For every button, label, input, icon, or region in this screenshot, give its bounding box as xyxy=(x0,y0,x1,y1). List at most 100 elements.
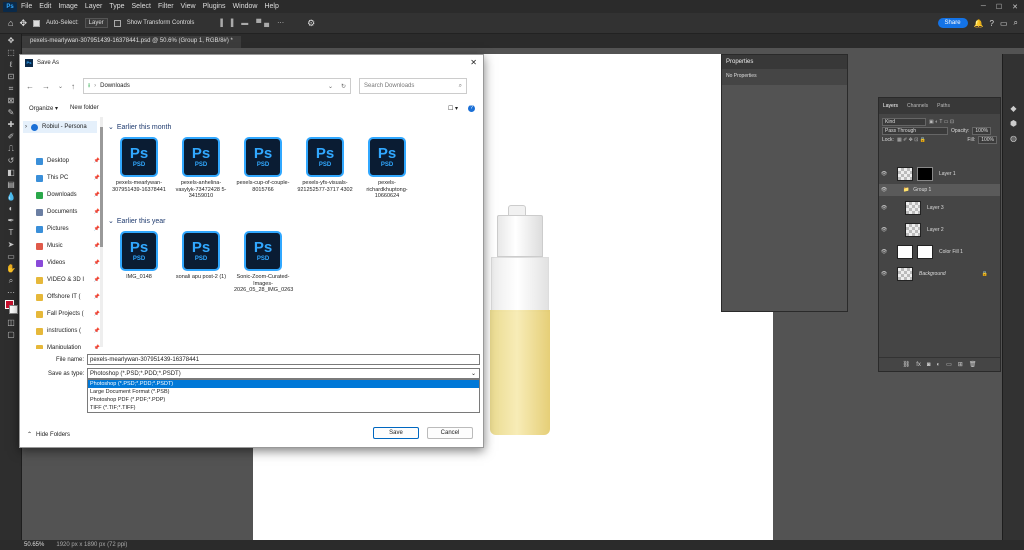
menu-type[interactable]: Type xyxy=(109,3,124,10)
filter-icons[interactable]: ▣ ◐ T ▭ ⊡ xyxy=(929,119,954,125)
transform-controls-checkbox[interactable] xyxy=(113,19,121,27)
menu-plugins[interactable]: Plugins xyxy=(203,3,226,10)
crop-icon[interactable]: ⌗ xyxy=(5,84,17,94)
layer-row[interactable]: 👁 Layer 2 xyxy=(879,220,1000,240)
nav-item[interactable]: This PC 📌 xyxy=(36,172,100,184)
layer-row[interactable]: 👁 Color Fill 1 xyxy=(879,242,1000,262)
link-icon[interactable]: ⛓ xyxy=(903,361,911,368)
layer-row[interactable]: 👁 📁 Group 1 xyxy=(879,184,1000,196)
fill-field[interactable]: 100% xyxy=(978,135,997,144)
type-option[interactable]: Photoshop (*.PSD;*.PDD;*.PSDT) xyxy=(88,380,479,388)
workspace-icon[interactable]: ▭ xyxy=(1000,19,1008,28)
menu-window[interactable]: Window xyxy=(233,3,258,10)
nav-item[interactable]: Pictures 📌 xyxy=(36,223,100,235)
new-layer-icon[interactable]: ⊞ xyxy=(958,361,963,368)
file-item[interactable]: Ps PSD sonali apu post-2 (1) xyxy=(172,231,230,281)
layer-mask-thumbnail[interactable] xyxy=(917,245,933,259)
lock-icons[interactable]: ▦ ✐ ✥ ⊡ 🔒 xyxy=(897,137,926,143)
refresh-icon[interactable]: ↻ xyxy=(341,83,346,90)
organize-menu[interactable]: Organize ▾ xyxy=(29,105,58,112)
nav-item[interactable]: Music 📌 xyxy=(36,240,100,252)
color-swatches[interactable] xyxy=(5,300,18,316)
marquee-icon[interactable]: ⬚ xyxy=(5,48,17,58)
file-item[interactable]: Ps PSD pexels-mearlywan-307951439-16378441 xyxy=(110,137,168,193)
rectangle-icon[interactable]: ▭ xyxy=(5,252,17,262)
gradient-icon[interactable]: ▤ xyxy=(5,180,17,190)
quick-mask-icon[interactable]: ◫ xyxy=(5,318,17,328)
layer-row[interactable]: 👁 Background 🔒 xyxy=(879,264,1000,284)
more-tools-icon[interactable]: ⋯ xyxy=(5,288,17,298)
menu-edit[interactable]: Edit xyxy=(39,3,51,10)
nav-scrollbar[interactable] xyxy=(100,117,103,347)
opacity-field[interactable]: 100% xyxy=(972,126,992,135)
visibility-eye-icon[interactable]: 👁 xyxy=(879,271,889,277)
brush-icon[interactable]: ✐ xyxy=(5,132,17,142)
save-as-type-select[interactable]: Photoshop (*.PSD;*.PDD;*.PSDT) ⌄ xyxy=(87,368,480,379)
stamp-icon[interactable]: ⎍ xyxy=(5,144,17,154)
path-select-icon[interactable]: ➤ xyxy=(5,240,17,250)
quick-select-icon[interactable]: ⊡ xyxy=(5,72,17,82)
visibility-eye-icon[interactable]: 👁 xyxy=(879,249,889,255)
group-header[interactable]: ⌄ Earlier this year xyxy=(108,217,166,226)
adjustment-icon[interactable]: ◐ xyxy=(936,362,940,368)
nav-item-onedrive[interactable]: › Robiul - Persona xyxy=(23,121,97,133)
layer-row[interactable]: 👁 Layer 1 xyxy=(879,164,1000,184)
pen-icon[interactable]: ✒ xyxy=(5,216,17,226)
file-item[interactable]: Ps PSD Sonic-Zoom-Curated-Images-2026_05_2… xyxy=(234,231,293,294)
blend-mode-select[interactable]: Pass Through xyxy=(882,126,948,135)
nav-item[interactable]: Desktop 📌 xyxy=(36,155,100,167)
visibility-eye-icon[interactable]: 👁 xyxy=(879,187,889,193)
file-item[interactable]: Ps PSD pexels-cup-of-couple-8015766 xyxy=(234,137,292,193)
zoom-icon[interactable]: ⌕ xyxy=(5,276,17,286)
auto-select-checkbox[interactable] xyxy=(32,19,40,27)
move-tool-icon[interactable]: ✥ xyxy=(19,18,27,29)
share-button[interactable]: Share xyxy=(937,18,968,28)
help-icon[interactable]: ? xyxy=(990,19,994,28)
lasso-icon[interactable]: ℓ xyxy=(5,60,17,70)
nav-item[interactable]: Documents 📌 xyxy=(36,206,100,218)
close-icon[interactable]: ✕ xyxy=(1012,3,1018,11)
zoom-level[interactable]: 50.65% xyxy=(24,542,44,548)
help-icon[interactable]: ? xyxy=(468,104,475,112)
forward-icon[interactable]: → xyxy=(42,82,50,91)
nav-item[interactable]: Fall Projects (📌 xyxy=(36,308,100,320)
type-option[interactable]: TIFF (*.TIF;*.TIFF) xyxy=(88,404,479,412)
layer-kind-filter[interactable]: Kind xyxy=(882,117,926,126)
learn-icon[interactable]: ◆ xyxy=(1003,104,1024,113)
visibility-eye-icon[interactable]: 👁 xyxy=(879,227,889,233)
move-icon[interactable]: ✥ xyxy=(5,36,17,46)
back-icon[interactable]: ← xyxy=(26,82,34,91)
search-input[interactable]: Search Downloads xyxy=(364,83,414,89)
layer-row[interactable]: 👁 Layer 3 xyxy=(879,198,1000,218)
file-item[interactable]: Ps PSD IMG_0148 xyxy=(110,231,168,281)
screen-mode-icon[interactable]: ▢ xyxy=(5,330,17,340)
file-item[interactable]: Ps PSD pexels-yfs-visuals-921252577-3717 4… xyxy=(296,137,354,193)
chevron-down-icon[interactable]: ⌄ xyxy=(328,83,333,90)
menu-select[interactable]: Select xyxy=(132,3,151,10)
eyedropper-icon[interactable]: ✎ xyxy=(5,108,17,118)
mask-icon[interactable]: ◙ xyxy=(927,362,931,368)
layer-select[interactable]: Layer xyxy=(84,18,108,28)
nav-item[interactable]: Offshore IT (📌 xyxy=(36,291,100,303)
tab-layers[interactable]: Layers xyxy=(883,103,898,109)
home-icon[interactable]: ⌂ xyxy=(8,18,13,28)
file-item[interactable]: Ps PSD pexels-richardkhuptong-10660624 xyxy=(358,137,416,200)
fx-icon[interactable]: fx xyxy=(916,362,921,368)
visibility-eye-icon[interactable]: 👁 xyxy=(879,205,889,211)
hide-folders-toggle[interactable]: ⌃ Hide Folders xyxy=(27,431,70,439)
view-icon[interactable]: ☐ ▾ xyxy=(448,105,458,112)
type-option[interactable]: Large Document Format (*.PSB) xyxy=(88,388,479,396)
file-name-input[interactable]: pexels-mearlywan-307951439-16378441 xyxy=(87,354,480,365)
maximize-icon[interactable]: ☐ xyxy=(996,3,1002,11)
search-box[interactable]: Search Downloads ⌕ xyxy=(359,78,468,94)
layer-mask-thumbnail[interactable] xyxy=(917,167,933,181)
blur-icon[interactable]: 💧 xyxy=(5,192,17,202)
adjustments-icon[interactable]: ◍ xyxy=(1003,134,1024,143)
search-icon[interactable]: ⌕ xyxy=(1014,18,1018,28)
minimize-icon[interactable]: ─ xyxy=(981,3,986,11)
nav-item[interactable]: Downloads 📌 xyxy=(36,189,100,201)
nav-item[interactable]: instructions (📌 xyxy=(36,325,100,337)
type-icon[interactable]: T xyxy=(5,228,17,238)
menu-file[interactable]: File xyxy=(21,3,32,10)
libraries-icon[interactable]: ⬢ xyxy=(1003,119,1024,128)
